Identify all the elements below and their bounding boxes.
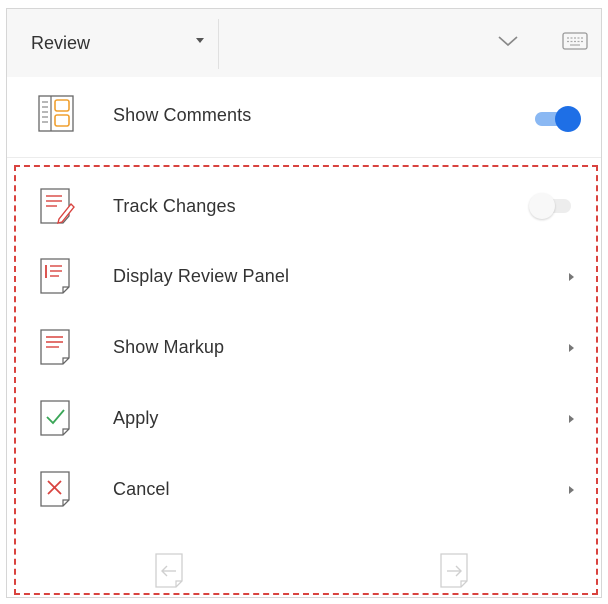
comments-panel-icon xyxy=(38,95,74,132)
ribbon-tab-label: Review xyxy=(31,32,91,53)
toolbar-divider xyxy=(218,19,219,69)
caret-down-icon xyxy=(196,38,204,43)
ribbon-toolbar: Review xyxy=(7,9,601,78)
highlight-region xyxy=(14,165,598,595)
keyboard-icon[interactable] xyxy=(560,29,590,53)
show-comments-toggle[interactable] xyxy=(535,106,581,132)
review-panel: Review Show Comments Track Changes Displ… xyxy=(6,8,602,598)
toggle-knob xyxy=(555,106,581,132)
show-comments-label: Show Comments xyxy=(113,105,252,125)
chevron-down-icon[interactable] xyxy=(493,29,523,53)
show-comments-row[interactable]: Show Comments xyxy=(7,77,601,158)
ribbon-tab-selector[interactable]: Review xyxy=(7,9,217,77)
